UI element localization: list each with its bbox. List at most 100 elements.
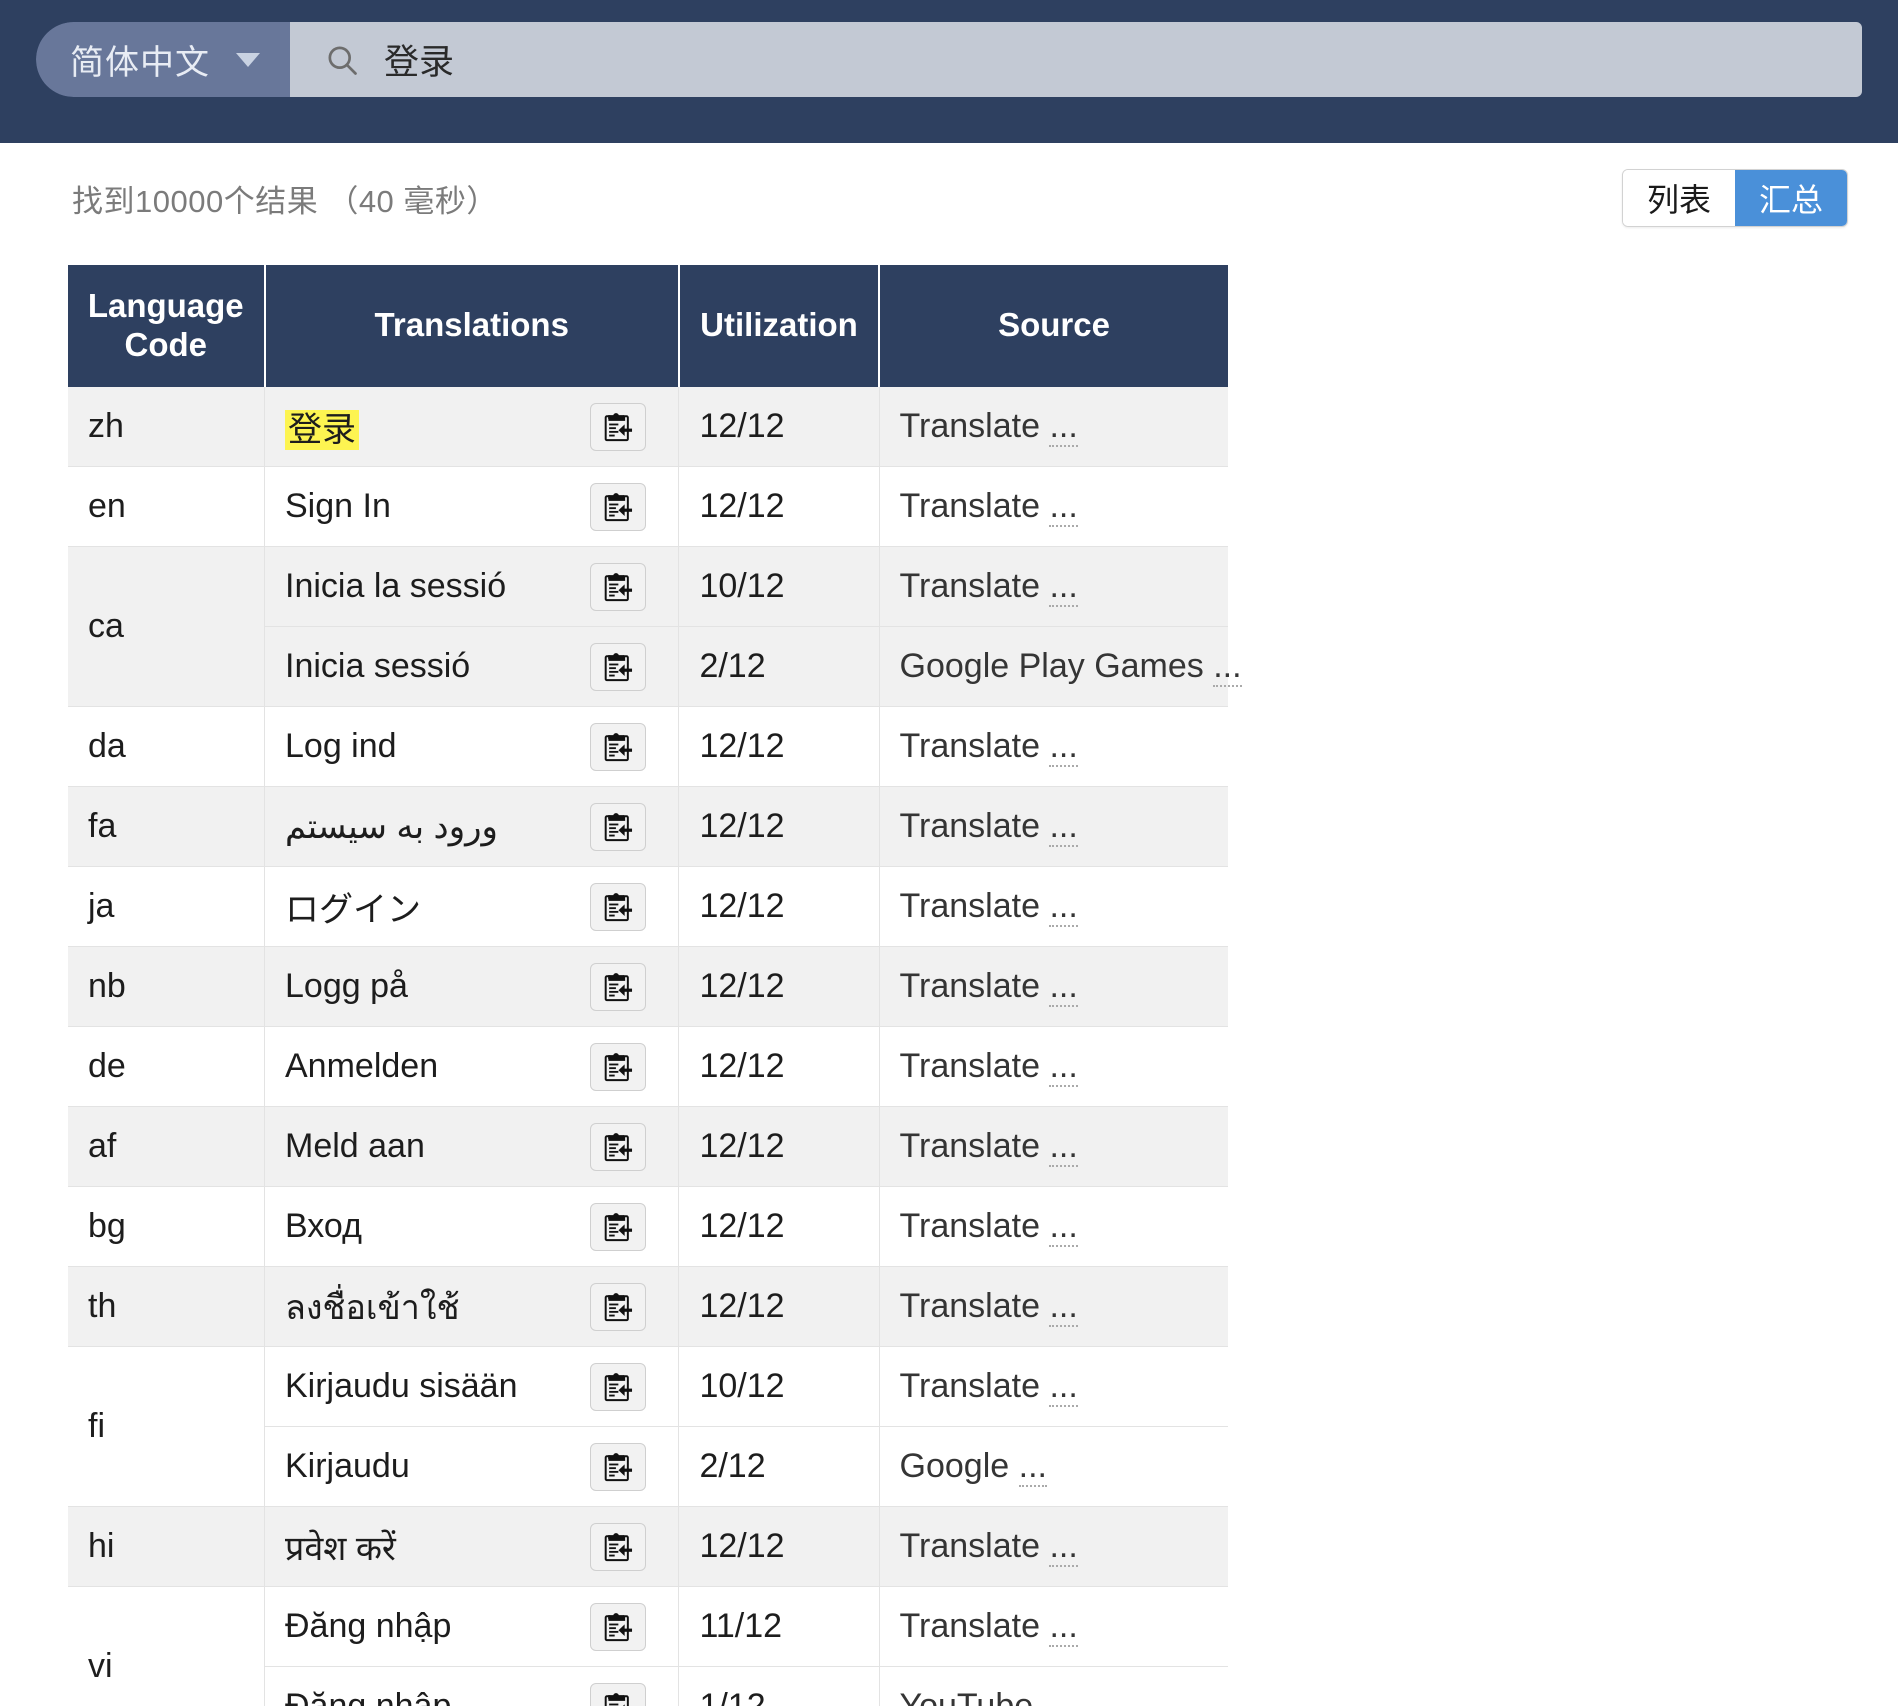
copy-translation-button[interactable] — [590, 722, 647, 771]
cell-language-code: vi — [68, 1586, 265, 1706]
cell-source[interactable]: Translate ... — [879, 1186, 1228, 1268]
copy-translation-button[interactable] — [590, 1442, 647, 1491]
cell-source[interactable]: Translate ... — [879, 946, 1228, 1028]
copy-translation-button[interactable] — [590, 482, 647, 531]
cell-source[interactable]: Translate ... — [879, 386, 1228, 468]
cell-utilization: 10/12 — [678, 546, 880, 628]
table-row[interactable]: vi Đăng nhập 11/12 Translate ... — [68, 1586, 1228, 1706]
copy-translation-button[interactable] — [590, 1282, 647, 1331]
copy-translation-button[interactable] — [590, 802, 647, 851]
copy-translation-button[interactable] — [590, 1042, 647, 1091]
cell-language-code: de — [68, 1026, 265, 1108]
cell-source[interactable]: Translate ... — [879, 706, 1228, 788]
cell-utilization: 12/12 — [678, 786, 880, 868]
copy-translation-button[interactable] — [590, 962, 647, 1011]
cell-utilization: 12/12 — [678, 946, 880, 1028]
cell-translation: Sign In — [264, 466, 680, 548]
cell-source[interactable]: Google Play Games ... — [879, 626, 1242, 708]
column-header-translations[interactable]: Translations — [264, 265, 680, 387]
clipboard-paste-icon — [605, 1372, 633, 1402]
table-row[interactable]: fi Kirjaudu sisään 10/12 Translate ... — [68, 1346, 1228, 1508]
clipboard-paste-icon — [605, 1532, 633, 1562]
copy-translation-button[interactable] — [590, 642, 647, 691]
table-row[interactable]: zh 登录 12/12 Translate ... — [68, 386, 1228, 468]
copy-translation-button[interactable] — [590, 1122, 647, 1171]
language-selector-label: 简体中文 — [70, 44, 210, 82]
cell-translation: Kirjaudu sisään — [264, 1346, 680, 1428]
search-row: 简体中文 登录 — [36, 22, 1862, 97]
translation-text: Sign In — [285, 487, 391, 526]
translation-text: Đăng nhập — [285, 1687, 451, 1706]
translation-text: ログイン — [285, 891, 421, 930]
copy-translation-button[interactable] — [590, 882, 647, 931]
cell-translation: 登录 — [264, 386, 680, 468]
copy-translation-button[interactable] — [590, 1682, 647, 1706]
search-input-value: 登录 — [384, 43, 455, 82]
cell-translation: Inicia sessió — [264, 626, 680, 708]
cell-source[interactable]: Translate ... — [879, 546, 1228, 628]
translation-text: 登录 — [285, 402, 359, 451]
copy-translation-button[interactable] — [590, 1362, 647, 1411]
table-row[interactable]: nb Logg på 12/12 Translate ... — [68, 946, 1228, 1028]
translations-table: Language Code Translations Utilization S… — [68, 265, 1242, 1706]
clipboard-paste-icon — [605, 412, 633, 441]
clipboard-paste-icon — [605, 572, 633, 602]
copy-translation-button[interactable] — [590, 562, 647, 611]
cell-source[interactable]: Translate ... — [879, 1106, 1228, 1188]
copy-translation-button[interactable] — [590, 1602, 647, 1651]
cell-language-code: zh — [68, 386, 265, 468]
copy-translation-button[interactable] — [590, 1202, 647, 1251]
cell-translation: Đăng nhập — [264, 1586, 680, 1668]
table-row[interactable]: ca Inicia la sessió 10/12 Translate ... — [68, 546, 1228, 708]
cell-source[interactable]: Google ... — [879, 1426, 1228, 1508]
results-table-container: Language Code Translations Utilization S… — [68, 265, 1242, 1706]
table-row[interactable]: bg Вход 12/12 Translate ... — [68, 1186, 1228, 1268]
copy-translation-button[interactable] — [590, 402, 647, 451]
cell-language-code: da — [68, 706, 265, 788]
language-selector[interactable]: 简体中文 — [36, 22, 290, 97]
table-row[interactable]: da Log ind 12/12 Translate ... — [68, 706, 1228, 788]
column-header-utilization[interactable]: Utilization — [678, 265, 881, 387]
cell-source[interactable]: Translate ... — [879, 1506, 1228, 1588]
table-row[interactable]: de Anmelden 12/12 Translate ... — [68, 1026, 1228, 1108]
translation-text: ورود به سیستم — [285, 807, 498, 846]
clipboard-paste-icon — [605, 492, 633, 522]
copy-translation-button[interactable] — [590, 1522, 647, 1571]
cell-utilization: 12/12 — [678, 466, 880, 548]
translation-text: Logg på — [285, 967, 408, 1006]
table-row[interactable]: fa ورود به سیستم 12/12 Translate ... — [68, 786, 1228, 868]
cell-translation: ログイン — [264, 866, 680, 948]
cell-utilization: 12/12 — [678, 1506, 880, 1588]
clipboard-paste-icon — [605, 1452, 633, 1482]
cell-source[interactable]: Translate ... — [879, 466, 1228, 548]
cell-translation: Log ind — [264, 706, 680, 788]
cell-source[interactable]: Translate ... — [879, 1026, 1228, 1108]
translation-text: Log ind — [285, 727, 397, 766]
cell-source[interactable]: Translate ... — [879, 1586, 1228, 1668]
translation-text: Meld aan — [285, 1127, 425, 1166]
results-bar: 找到10000个结果 （40 毫秒） 列表 汇总 — [0, 143, 1898, 253]
clipboard-paste-icon — [605, 812, 633, 842]
clipboard-paste-icon — [605, 1132, 633, 1162]
cell-language-code: ja — [68, 866, 265, 948]
search-input[interactable]: 登录 — [290, 22, 1862, 97]
table-row[interactable]: af Meld aan 12/12 Translate ... — [68, 1106, 1228, 1188]
cell-source[interactable]: Translate ... — [879, 1346, 1228, 1428]
cell-source[interactable]: Translate ... — [879, 1266, 1228, 1348]
clipboard-paste-icon — [605, 972, 633, 1002]
cell-source[interactable]: Translate ... — [879, 866, 1228, 948]
translation-text: Kirjaudu — [285, 1447, 410, 1486]
view-toggle-summary[interactable]: 汇总 — [1734, 170, 1847, 226]
translation-text: Kirjaudu sisään — [285, 1367, 518, 1406]
table-row[interactable]: th ลงชื่อเข้าใช้ 12/12 Translate ... — [68, 1266, 1228, 1348]
table-row[interactable]: en Sign In 12/12 Translate ... — [68, 466, 1228, 548]
table-row[interactable]: hi प्रवेश करें 12/12 Translate ... — [68, 1506, 1228, 1588]
cell-source[interactable]: Translate ... — [879, 786, 1228, 868]
cell-translation: Meld aan — [264, 1106, 680, 1188]
table-row[interactable]: ja ログイン 12/12 Translate ... — [68, 866, 1228, 948]
column-header-source[interactable]: Source — [879, 265, 1228, 387]
cell-translation: Вход — [264, 1186, 680, 1268]
column-header-language-code[interactable]: Language Code — [68, 265, 266, 387]
view-toggle-list[interactable]: 列表 — [1622, 170, 1735, 226]
cell-source[interactable]: YouTube — [879, 1666, 1228, 1706]
